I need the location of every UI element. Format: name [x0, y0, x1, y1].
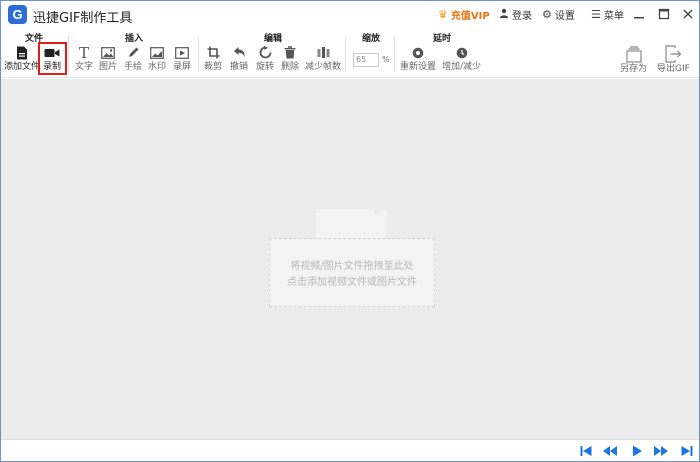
separator: [345, 36, 346, 72]
crop-icon: [204, 45, 222, 61]
delete-button[interactable]: 删除: [281, 45, 299, 73]
undo-button[interactable]: 撤销: [230, 45, 248, 73]
video-camera-icon: [43, 45, 61, 61]
menu-label: 菜单: [603, 11, 624, 22]
toolbar: 文件 插入 编辑 缩放 延时 添加文件 录制 T 文字 图片 手绘 水印 录屏 …: [1, 28, 699, 78]
pencil-icon: [124, 45, 142, 61]
export-gif-button[interactable]: 导出GIF: [657, 45, 690, 75]
draw-label: 手绘: [124, 62, 143, 72]
insert-text-button[interactable]: T 文字: [75, 45, 93, 73]
separator: [68, 36, 69, 72]
undo-label: 撤销: [230, 62, 249, 72]
gear-icon: ⚙: [542, 8, 552, 21]
reset-icon: [400, 45, 436, 61]
trash-icon: [281, 45, 299, 61]
stack-icon: [620, 45, 647, 63]
fast-forward-icon: [654, 446, 668, 456]
insert-image-button[interactable]: 图片: [99, 45, 117, 73]
camera-icon: [316, 209, 386, 239]
add-file-label: 添加文件: [4, 62, 41, 72]
image-icon: [99, 45, 117, 61]
zoom-unit: %: [382, 55, 390, 64]
title-bar: G 迅捷GIF制作工具 ♛ 充值VIP 登录 ⚙ 设置 ☰ 菜单: [1, 1, 699, 28]
reset-delay-button[interactable]: 重新设置: [400, 45, 436, 73]
group-title-delay: 延时: [433, 34, 452, 44]
group-title-insert: 插入: [125, 34, 144, 44]
app-logo-icon: G: [8, 5, 27, 24]
reduce-frames-label: 减少帧数: [305, 62, 342, 72]
close-button[interactable]: [681, 7, 695, 21]
crop-button[interactable]: 裁剪: [204, 45, 222, 73]
rewind-icon: [603, 446, 617, 456]
next-frame-button[interactable]: [653, 444, 668, 458]
adjust-delay-label: 增加/减少: [442, 62, 482, 72]
reduce-frames-button[interactable]: 减少帧数: [305, 45, 341, 73]
group-title-edit: 编辑: [264, 34, 283, 44]
canvas-area[interactable]: 将视频/图片文件拖拽至此处 点击添加视频文件或图片文件: [1, 79, 699, 439]
file-icon: [4, 45, 40, 61]
settings-button[interactable]: ⚙ 设置: [542, 1, 575, 28]
insert-image-label: 图片: [99, 62, 118, 72]
vip-button[interactable]: ♛ 充值VIP: [438, 1, 490, 28]
separator: [394, 36, 395, 72]
save-as-button[interactable]: 另存为: [620, 45, 647, 75]
draw-button[interactable]: 手绘: [124, 45, 142, 73]
add-file-button[interactable]: 添加文件: [4, 45, 40, 73]
login-button[interactable]: 登录: [499, 1, 532, 28]
text-icon: T: [79, 44, 90, 62]
record-screen-button[interactable]: 录屏: [173, 45, 191, 73]
rotate-label: 旋转: [256, 62, 275, 72]
undo-icon: [230, 45, 248, 61]
first-frame-button[interactable]: [579, 444, 593, 458]
skip-end-icon: [681, 446, 693, 456]
group-title-zoom: 缩放: [362, 34, 381, 44]
vip-label: 充值VIP: [450, 11, 490, 22]
rotate-button[interactable]: 旋转: [256, 45, 274, 73]
watermark-label: 水印: [148, 62, 167, 72]
export-gif-label: 导出GIF: [657, 64, 690, 74]
hamburger-icon: ☰: [591, 8, 601, 21]
screen-record-icon: [173, 45, 191, 61]
app-window: G 迅捷GIF制作工具 ♛ 充值VIP 登录 ⚙ 设置 ☰ 菜单 文件 插入 编…: [0, 0, 700, 462]
export-icon: [657, 45, 690, 63]
app-title: 迅捷GIF制作工具: [33, 11, 133, 26]
record-button[interactable]: 录制: [43, 45, 61, 73]
play-button[interactable]: [630, 444, 644, 458]
adjust-delay-button[interactable]: 增加/减少: [442, 45, 481, 73]
crown-icon: ♛: [438, 8, 448, 21]
watermark-icon: [148, 45, 166, 61]
settings-label: 设置: [554, 11, 575, 22]
zoom-input[interactable]: 65: [353, 53, 379, 67]
last-frame-button[interactable]: [680, 444, 694, 458]
menu-button[interactable]: ☰ 菜单: [591, 1, 624, 28]
frames-icon: [305, 45, 341, 61]
play-icon: [633, 445, 642, 457]
record-screen-label: 录屏: [173, 62, 192, 72]
delete-label: 删除: [281, 62, 300, 72]
minimize-button[interactable]: [632, 7, 646, 21]
record-label: 录制: [43, 62, 62, 72]
watermark-button[interactable]: 水印: [148, 45, 166, 73]
drop-hint-line2[interactable]: 点击添加视频文件或图片文件: [269, 273, 435, 288]
drop-hint-line1: 将视频/图片文件拖拽至此处: [290, 261, 414, 272]
playback-bar: [1, 439, 699, 461]
save-as-label: 另存为: [620, 64, 648, 74]
skip-start-icon: [580, 446, 592, 456]
rotate-icon: [256, 45, 274, 61]
clock-icon: [442, 45, 481, 61]
previous-frame-button[interactable]: [602, 444, 617, 458]
maximize-button[interactable]: [657, 7, 671, 21]
login-label: 登录: [512, 11, 532, 22]
user-icon: [499, 8, 509, 21]
separator: [198, 36, 199, 72]
crop-label: 裁剪: [204, 62, 223, 72]
insert-text-label: 文字: [75, 62, 94, 72]
reset-delay-label: 重新设置: [400, 62, 437, 72]
